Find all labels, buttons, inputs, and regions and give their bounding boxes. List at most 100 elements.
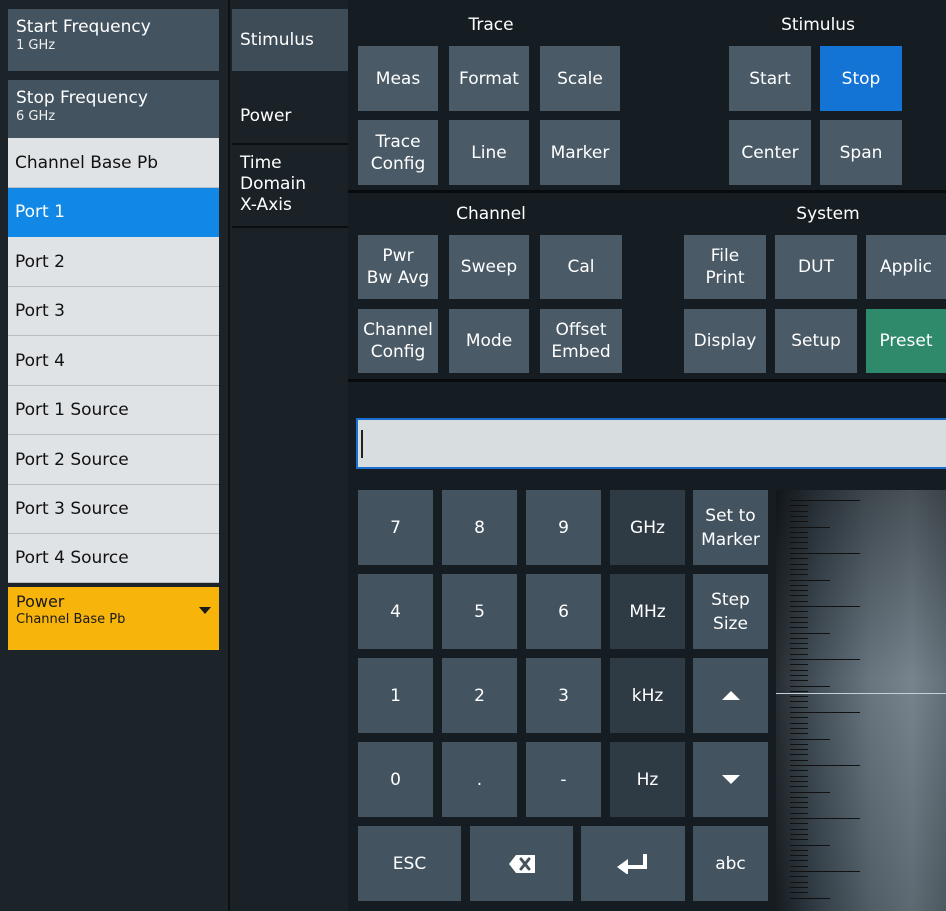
- tab-stimulus[interactable]: Stimulus: [232, 9, 348, 71]
- knob-indicator-line: [776, 693, 946, 694]
- start-frequency-softkey[interactable]: Start Frequency 1 GHz: [8, 9, 219, 71]
- step-size-button[interactable]: Step Size: [693, 574, 768, 649]
- esc-button[interactable]: ESC: [358, 826, 461, 901]
- stop-button[interactable]: Stop: [820, 46, 902, 111]
- key-0[interactable]: 0: [358, 742, 433, 817]
- key-ghz[interactable]: GHz: [610, 490, 685, 565]
- mode-button[interactable]: Mode: [449, 309, 529, 373]
- abc-button[interactable]: abc: [693, 826, 768, 901]
- meas-button[interactable]: Meas: [358, 46, 438, 111]
- knob-tick: [790, 855, 808, 857]
- key-7[interactable]: 7: [358, 490, 433, 565]
- numeric-entry-field[interactable]: [356, 418, 946, 469]
- list-item-port-4-source[interactable]: Port 4 Source: [8, 534, 219, 583]
- backspace-icon: [508, 854, 535, 873]
- tab-power[interactable]: Power: [232, 71, 348, 141]
- key-8[interactable]: 8: [442, 490, 517, 565]
- knob-tick: [790, 833, 808, 835]
- preset-button[interactable]: Preset: [866, 309, 946, 373]
- list-item-port-2-source[interactable]: Port 2 Source: [8, 435, 219, 485]
- key-mhz[interactable]: MHz: [610, 574, 685, 649]
- line-button[interactable]: Line: [449, 120, 529, 185]
- knob-tick: [790, 664, 808, 666]
- knob-tick: [790, 590, 808, 592]
- tab-separator: [232, 143, 348, 145]
- marker-button[interactable]: Marker: [540, 120, 620, 185]
- start-frequency-label: Start Frequency: [16, 17, 151, 37]
- list-item-port-2[interactable]: Port 2: [8, 237, 219, 287]
- knob-tick: [790, 892, 808, 894]
- list-item-port-1-source[interactable]: Port 1 Source: [8, 386, 219, 435]
- knob-tick: [790, 659, 860, 660]
- key-khz[interactable]: kHz: [610, 658, 685, 733]
- file-print-button[interactable]: File Print: [684, 235, 766, 299]
- key-4[interactable]: 4: [358, 574, 433, 649]
- offset-embed-button[interactable]: Offset Embed: [540, 309, 622, 373]
- knob-tick: [790, 505, 808, 507]
- down-arrow-button[interactable]: [693, 742, 768, 817]
- span-button[interactable]: Span: [820, 120, 902, 185]
- stop-frequency-value: 6 GHz: [16, 109, 56, 124]
- knob-tick: [790, 791, 830, 793]
- list-item-port-4[interactable]: Port 4: [8, 336, 219, 386]
- applic-button[interactable]: Applic: [866, 235, 946, 299]
- key-hz[interactable]: Hz: [610, 742, 685, 817]
- start-button[interactable]: Start: [729, 46, 811, 111]
- tab-column: Stimulus Power Time Domain X-Axis: [228, 0, 350, 911]
- knob-tick: [790, 754, 808, 756]
- stop-frequency-label: Stop Frequency: [16, 88, 148, 108]
- knob-tick: [790, 881, 808, 883]
- key-minus[interactable]: -: [526, 742, 601, 817]
- key-6[interactable]: 6: [526, 574, 601, 649]
- enter-button[interactable]: [581, 826, 685, 901]
- key-5[interactable]: 5: [442, 574, 517, 649]
- knob-tick: [790, 796, 808, 798]
- knob-tick: [790, 749, 808, 751]
- rotary-knob[interactable]: [776, 490, 946, 911]
- knob-tick: [790, 738, 830, 740]
- key-9[interactable]: 9: [526, 490, 601, 565]
- tab-time-domain-x-axis[interactable]: Time Domain X-Axis: [232, 153, 348, 225]
- knob-tick: [790, 775, 808, 777]
- list-item-port-1[interactable]: Port 1: [8, 188, 219, 237]
- display-button[interactable]: Display: [684, 309, 766, 373]
- list-item-port-3-source[interactable]: Port 3 Source: [8, 485, 219, 534]
- up-arrow-button[interactable]: [693, 658, 768, 733]
- list-item-channel-base-pb[interactable]: Channel Base Pb: [8, 138, 219, 188]
- knob-tick: [790, 839, 808, 841]
- key-3[interactable]: 3: [526, 658, 601, 733]
- sweep-button[interactable]: Sweep: [449, 235, 529, 299]
- trace-config-button[interactable]: Trace Config: [358, 120, 438, 185]
- cal-button[interactable]: Cal: [540, 235, 622, 299]
- tab-power-label: Power: [240, 106, 292, 126]
- knob-tick: [790, 611, 808, 613]
- channel-config-button[interactable]: Channel Config: [358, 309, 438, 373]
- dut-button[interactable]: DUT: [775, 235, 857, 299]
- backspace-button[interactable]: [470, 826, 573, 901]
- section-divider: [348, 379, 946, 382]
- knob-tick: [790, 521, 808, 523]
- knob-tick: [790, 812, 808, 814]
- knob-tick: [790, 515, 808, 517]
- format-button[interactable]: Format: [449, 46, 529, 111]
- stop-frequency-softkey[interactable]: Stop Frequency 6 GHz: [8, 80, 219, 138]
- scale-button[interactable]: Scale: [540, 46, 620, 111]
- knob-tick: [790, 621, 808, 623]
- knob-tick: [790, 860, 808, 862]
- key-2[interactable]: 2: [442, 658, 517, 733]
- knob-tick: [790, 600, 808, 602]
- center-button[interactable]: Center: [729, 120, 811, 185]
- knob-tick: [790, 871, 860, 872]
- setup-button[interactable]: Setup: [775, 309, 857, 373]
- pwr-bw-avg-button[interactable]: Pwr Bw Avg: [358, 235, 438, 299]
- knob-tick: [790, 579, 830, 581]
- knob-tick: [790, 500, 860, 501]
- set-to-marker-button[interactable]: Set to Marker: [693, 490, 768, 565]
- system-section-title: System: [796, 204, 860, 224]
- list-item-port-3[interactable]: Port 3: [8, 287, 219, 336]
- power-dropdown[interactable]: Power Channel Base Pb: [8, 587, 219, 650]
- knob-tick: [790, 669, 808, 671]
- key-decimal-point[interactable]: .: [442, 742, 517, 817]
- key-1[interactable]: 1: [358, 658, 433, 733]
- text-cursor: [361, 430, 363, 458]
